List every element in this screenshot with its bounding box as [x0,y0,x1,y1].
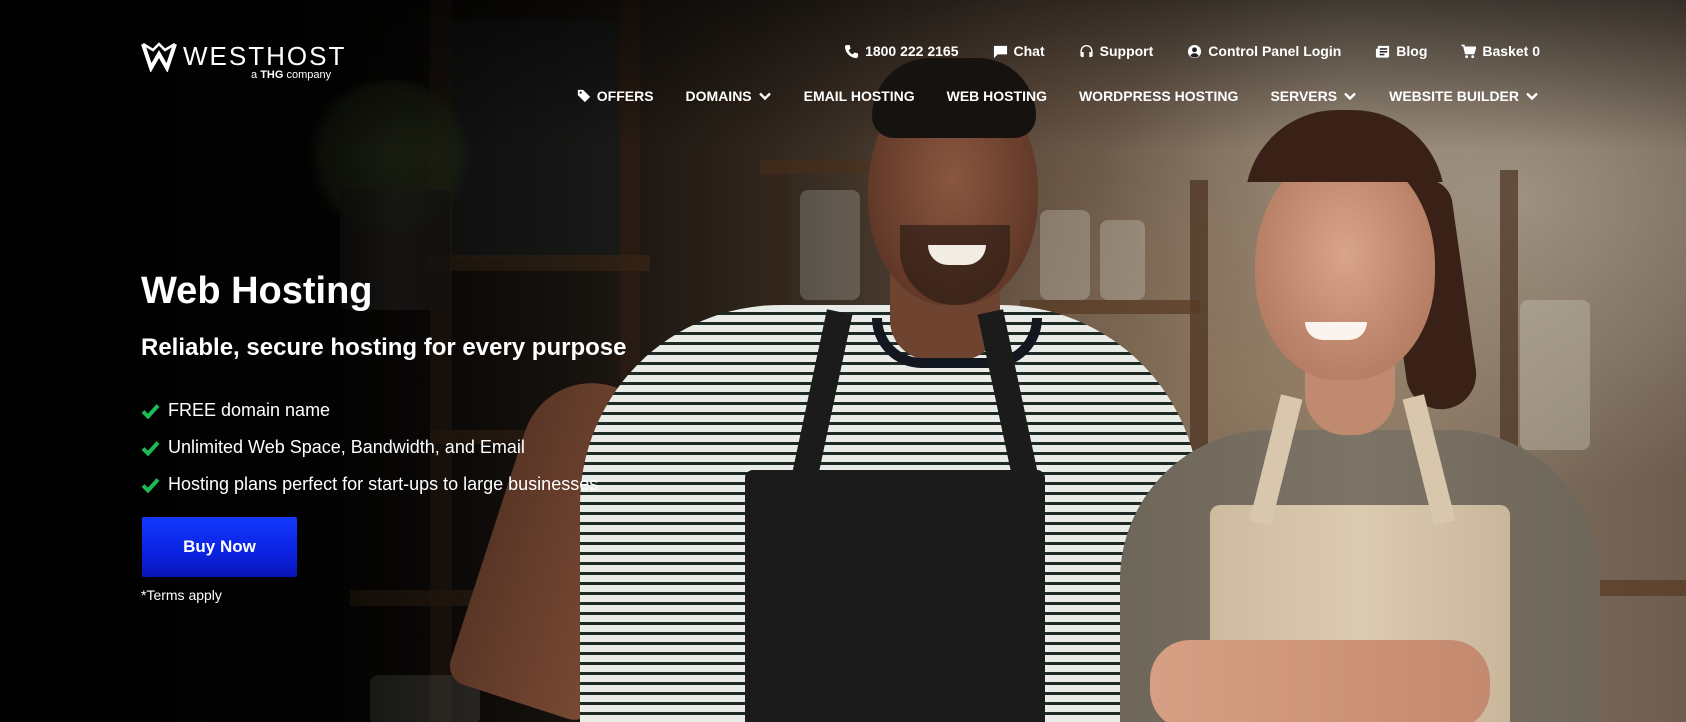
utility-nav: 1800 222 2165 Chat Support Control Panel… [844,43,1540,59]
westhost-logo[interactable]: WESTHOST a THG company [141,42,346,81]
nav-item-wordpress-hosting[interactable]: WORDPRESS HOSTING [1079,88,1238,104]
chevron-down-icon [1344,92,1356,101]
nav-label-website-builder: WEBSITE BUILDER [1389,88,1519,104]
feature-text: Unlimited Web Space, Bandwidth, and Emai… [168,437,525,457]
support-link[interactable]: Support [1079,43,1154,59]
nav-item-domains[interactable]: DOMAINS [686,88,772,104]
chat-icon [993,45,1007,58]
terms-note[interactable]: *Terms apply [141,587,222,603]
control-panel-label: Control Panel Login [1208,43,1342,59]
phone-icon [845,44,859,58]
chevron-down-icon [1526,92,1538,101]
nav-label-domains: DOMAINS [685,88,752,104]
nav-item-offers[interactable]: OFFERS [577,88,654,104]
checkmark-icon [141,403,160,419]
nav-item-website-builder[interactable]: WEBSITE BUILDER [1389,88,1539,104]
nav-label-servers: SERVERS [1270,88,1338,104]
list-item: Unlimited Web Space, Bandwidth, and Emai… [141,429,598,466]
control-panel-login-link[interactable]: Control Panel Login [1187,43,1341,59]
chat-label: Chat [1013,43,1045,59]
nav-label-web-hosting: WEB HOSTING [946,88,1047,104]
hero-subtitle: Reliable, secure hosting for every purpo… [141,334,627,361]
support-label: Support [1099,43,1154,59]
feature-text: FREE domain name [168,400,331,420]
nav-item-web-hosting[interactable]: WEB HOSTING [947,88,1047,104]
nav-label-email-hosting: EMAIL HOSTING [803,88,915,104]
nav-item-email-hosting[interactable]: EMAIL HOSTING [804,88,915,104]
hero-title: Web Hosting [141,270,373,312]
nav-label-offers: OFFERS [596,88,654,104]
list-item: Hosting plans perfect for start-ups to l… [141,466,598,503]
nav-label-wordpress-hosting: WORDPRESS HOSTING [1078,88,1239,104]
main-nav: OFFERS DOMAINS EMAIL HOSTING WEB HOSTING… [577,88,1539,104]
westhost-w-icon [141,42,177,72]
blog-link[interactable]: Blog [1375,43,1427,59]
nav-item-servers[interactable]: SERVERS [1270,88,1357,104]
brand-tagline: a THG company [251,69,332,81]
tag-icon [577,89,590,103]
buy-now-button[interactable]: Buy Now [142,517,297,577]
chevron-down-icon [758,92,771,101]
basket-link[interactable]: Basket 0 [1461,43,1540,59]
headset-icon [1080,44,1093,57]
feature-list: FREE domain name Unlimited Web Space, Ba… [141,392,598,503]
blog-label: Blog [1396,43,1428,59]
list-item: FREE domain name [141,392,598,429]
basket-label: Basket 0 [1482,43,1540,59]
blog-icon [1376,45,1390,58]
phone-link[interactable]: 1800 222 2165 [844,43,959,59]
chat-link[interactable]: Chat [993,43,1045,59]
cart-icon [1461,44,1477,58]
checkmark-icon [141,440,160,456]
feature-text: Hosting plans perfect for start-ups to l… [168,474,599,494]
brand-name: WESTHOST [183,41,347,71]
checkmark-icon [141,477,160,493]
phone-label: 1800 222 2165 [865,43,959,59]
user-icon [1188,44,1202,58]
